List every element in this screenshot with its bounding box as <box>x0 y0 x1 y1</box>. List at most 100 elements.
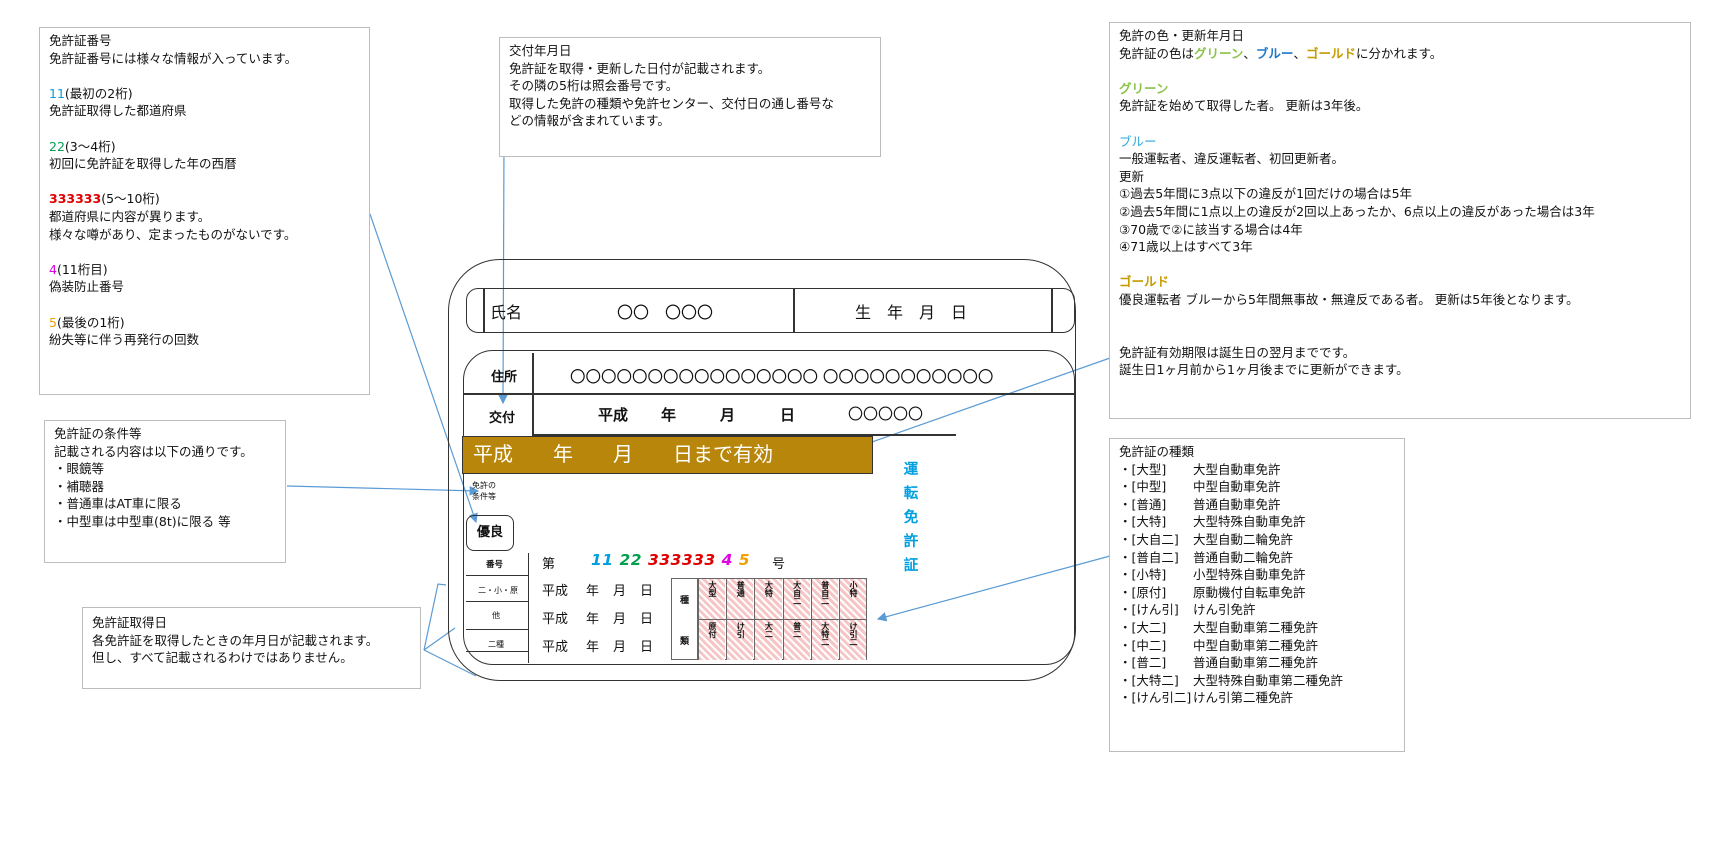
digits-code: 4 <box>49 261 57 277</box>
license-type-code: ・[大特] <box>1119 514 1167 530</box>
license-type-name: けん引免許 <box>1193 602 1256 618</box>
name-row-divider <box>793 288 795 332</box>
license-type-code: ・[普自二] <box>1119 549 1179 565</box>
excellent-badge: 優良 <box>466 515 514 551</box>
license-type-code: ・[普二] <box>1119 655 1167 671</box>
license-type-item: ・[普自二] 普通自動二輪免許 <box>1119 549 1395 567</box>
issue-date-line: その隣の5桁は照会番号です。 <box>509 78 679 94</box>
license-type-name: 普通自動二輪免許 <box>1193 549 1294 565</box>
license-type-item: ・[原付] 原動機付自転車免許 <box>1119 584 1395 602</box>
acquired-date-line: 但し、すべて記載されるわけではありません。 <box>92 650 353 666</box>
digits-desc: 偽装防止番号 <box>49 279 125 295</box>
conditions-item: ・補聴器 <box>54 478 105 494</box>
green-title: グリーン <box>1119 80 1169 96</box>
kind-label-top: 種 <box>680 596 690 606</box>
date-row: 平成年月日 <box>542 584 654 599</box>
side-label: 二・小・原 <box>478 586 518 595</box>
license-type-item: ・[普二] 普通自動車第二種免許 <box>1119 654 1395 672</box>
number-part: 4 <box>721 551 733 569</box>
digits-code: 11 <box>49 85 65 101</box>
digits-range: (最後の1桁) <box>56 314 125 330</box>
license-type-code: ・[中二] <box>1119 637 1167 653</box>
license-type-item: ・[大特] 大型特殊自動車免許 <box>1119 513 1395 531</box>
blue-line: 更新 <box>1119 168 1145 184</box>
license-type-code: ・[中型] <box>1119 479 1167 495</box>
license-type-name: 大型自動車免許 <box>1193 461 1281 477</box>
name-value: 〇〇 〇〇〇 <box>617 303 714 322</box>
license-type-item: ・[大型] 大型自動車免許 <box>1119 461 1395 479</box>
license-type-item: ・[普通] 普通自動車免許 <box>1119 496 1395 514</box>
license-type-name: 普通自動車第二種免許 <box>1193 655 1319 671</box>
number-prefix: 第 <box>542 557 556 572</box>
digits-range: (5～10桁) <box>101 191 160 207</box>
kind-cell: 大自二 <box>782 579 810 619</box>
number-label: 番号 <box>486 560 504 570</box>
conditions-item: ・中型車は中型車(8t)に限る 等 <box>54 513 231 529</box>
digits-group-1: 11(最初の2桁) <box>49 85 360 103</box>
license-type-code: ・[けん引] <box>1119 602 1179 618</box>
validity-band: 平成 年 月 日まで有効 <box>462 436 873 474</box>
issue-day: 日 <box>780 406 796 424</box>
kind-cell: 普通 <box>726 579 754 619</box>
side-label: 他 <box>492 611 500 620</box>
conditions-item: ・眼鏡等 <box>54 461 105 477</box>
side-label: 二種 <box>488 640 504 649</box>
kinds-grid: 種 類 大型 普通 大特 大自二 普自二 小特 原付 け引 大二 普二 大特二 け引二 <box>671 578 867 660</box>
kind-cell: 普自二 <box>810 579 838 619</box>
kind-cell-label: 普二 <box>792 622 802 638</box>
number-suffix: 号 <box>772 557 786 572</box>
kind-cell: け引二 <box>839 620 867 660</box>
issue-month: 月 <box>720 406 736 424</box>
issue-era: 平成 <box>598 406 629 424</box>
digits-range: (11桁目) <box>56 261 108 277</box>
issue-date-line: どの情報が含まれています。 <box>509 113 670 129</box>
kind-cell: 小特 <box>839 579 867 619</box>
license-color-title: 免許の色・更新年月日 <box>1119 28 1245 43</box>
license-type-name: 中型自動車免許 <box>1193 479 1281 495</box>
license-type-item: ・[中型] 中型自動車免許 <box>1119 478 1395 496</box>
blue-line: ①過去5年間に3点以下の違反が1回だけの場合は5年 <box>1119 186 1413 202</box>
blue-line: 一般運転者、違反運転者、初回更新者。 <box>1119 151 1345 167</box>
kind-cell-label: 大特 <box>764 581 774 597</box>
license-type-code: ・[大型] <box>1119 461 1167 477</box>
blue-line: ③70歳で②に該当する場合は4年 <box>1119 221 1303 237</box>
validity-line: 免許証有効期限は誕生日の翌月までです。 <box>1119 344 1356 360</box>
side-divider <box>466 601 528 602</box>
license-type-code: ・[普通] <box>1119 496 1167 512</box>
license-type-name: 小型特殊自動車免許 <box>1193 567 1306 583</box>
kind-cell-label: 普自二 <box>820 581 830 605</box>
license-type-name: 原動機付自転車免許 <box>1193 584 1306 600</box>
acquired-date-title: 免許証取得日 <box>92 615 168 630</box>
license-type-name: 大型自動車第二種免許 <box>1193 619 1319 635</box>
number-part: 5 <box>738 551 751 569</box>
kind-cell-label: 大型 <box>708 581 717 597</box>
issue-date-title: 交付年月日 <box>509 43 572 58</box>
digits-code: 22 <box>49 138 65 154</box>
blue-line: ④71歳以上はすべて3年 <box>1119 239 1253 255</box>
conditions-label: 免許の 条件等 <box>472 481 496 501</box>
license-type-item: ・[小特] 小型特殊自動車免許 <box>1119 566 1395 584</box>
validity-line: 誕生日1ヶ月前から1ヶ月後までに更新ができます。 <box>1119 362 1409 378</box>
name-row <box>466 288 1075 333</box>
license-number-title: 免許証番号 <box>49 33 112 48</box>
digits-desc: 様々な噂があり、定まったものがないです。 <box>49 226 297 242</box>
digits-code: 5 <box>49 314 57 330</box>
issue-year: 年 <box>661 406 677 424</box>
card-title-vertical: 運転免許証 <box>903 462 919 574</box>
kind-cell: 大型 <box>698 579 726 619</box>
kind-cell-label: 大自二 <box>792 581 802 605</box>
kind-cell-label: け引二 <box>849 622 858 646</box>
license-types-box: 免許証の種類 ・[大型] 大型自動車免許 ・[中型] 中型自動車免許 ・[普通] 普通自動… <box>1109 438 1405 752</box>
license-type-item: ・[大特二] 大型特殊自動車第二種免許 <box>1119 672 1395 690</box>
conditions-intro: 記載される内容は以下の通りです。 <box>54 443 253 459</box>
license-number-intro: 免許証番号には様々な情報が入っています。 <box>49 50 298 66</box>
kind-cell-label: け引 <box>736 622 746 638</box>
side-divider <box>466 651 528 652</box>
issue-serial: 〇〇〇〇〇 <box>848 405 924 423</box>
issue-date-box: 交付年月日 免許証を取得・更新した日付が記載されます。 その隣の5桁は照会番号で… <box>499 37 881 157</box>
kind-cell: 原付 <box>698 620 726 660</box>
license-type-item: ・[中二] 中型自動車第二種免許 <box>1119 637 1395 655</box>
license-type-name: 大型自動二輪免許 <box>1193 531 1294 547</box>
name-row-divider <box>483 288 485 332</box>
license-type-item: ・[けん引二] けん引第二種免許 <box>1119 689 1395 707</box>
